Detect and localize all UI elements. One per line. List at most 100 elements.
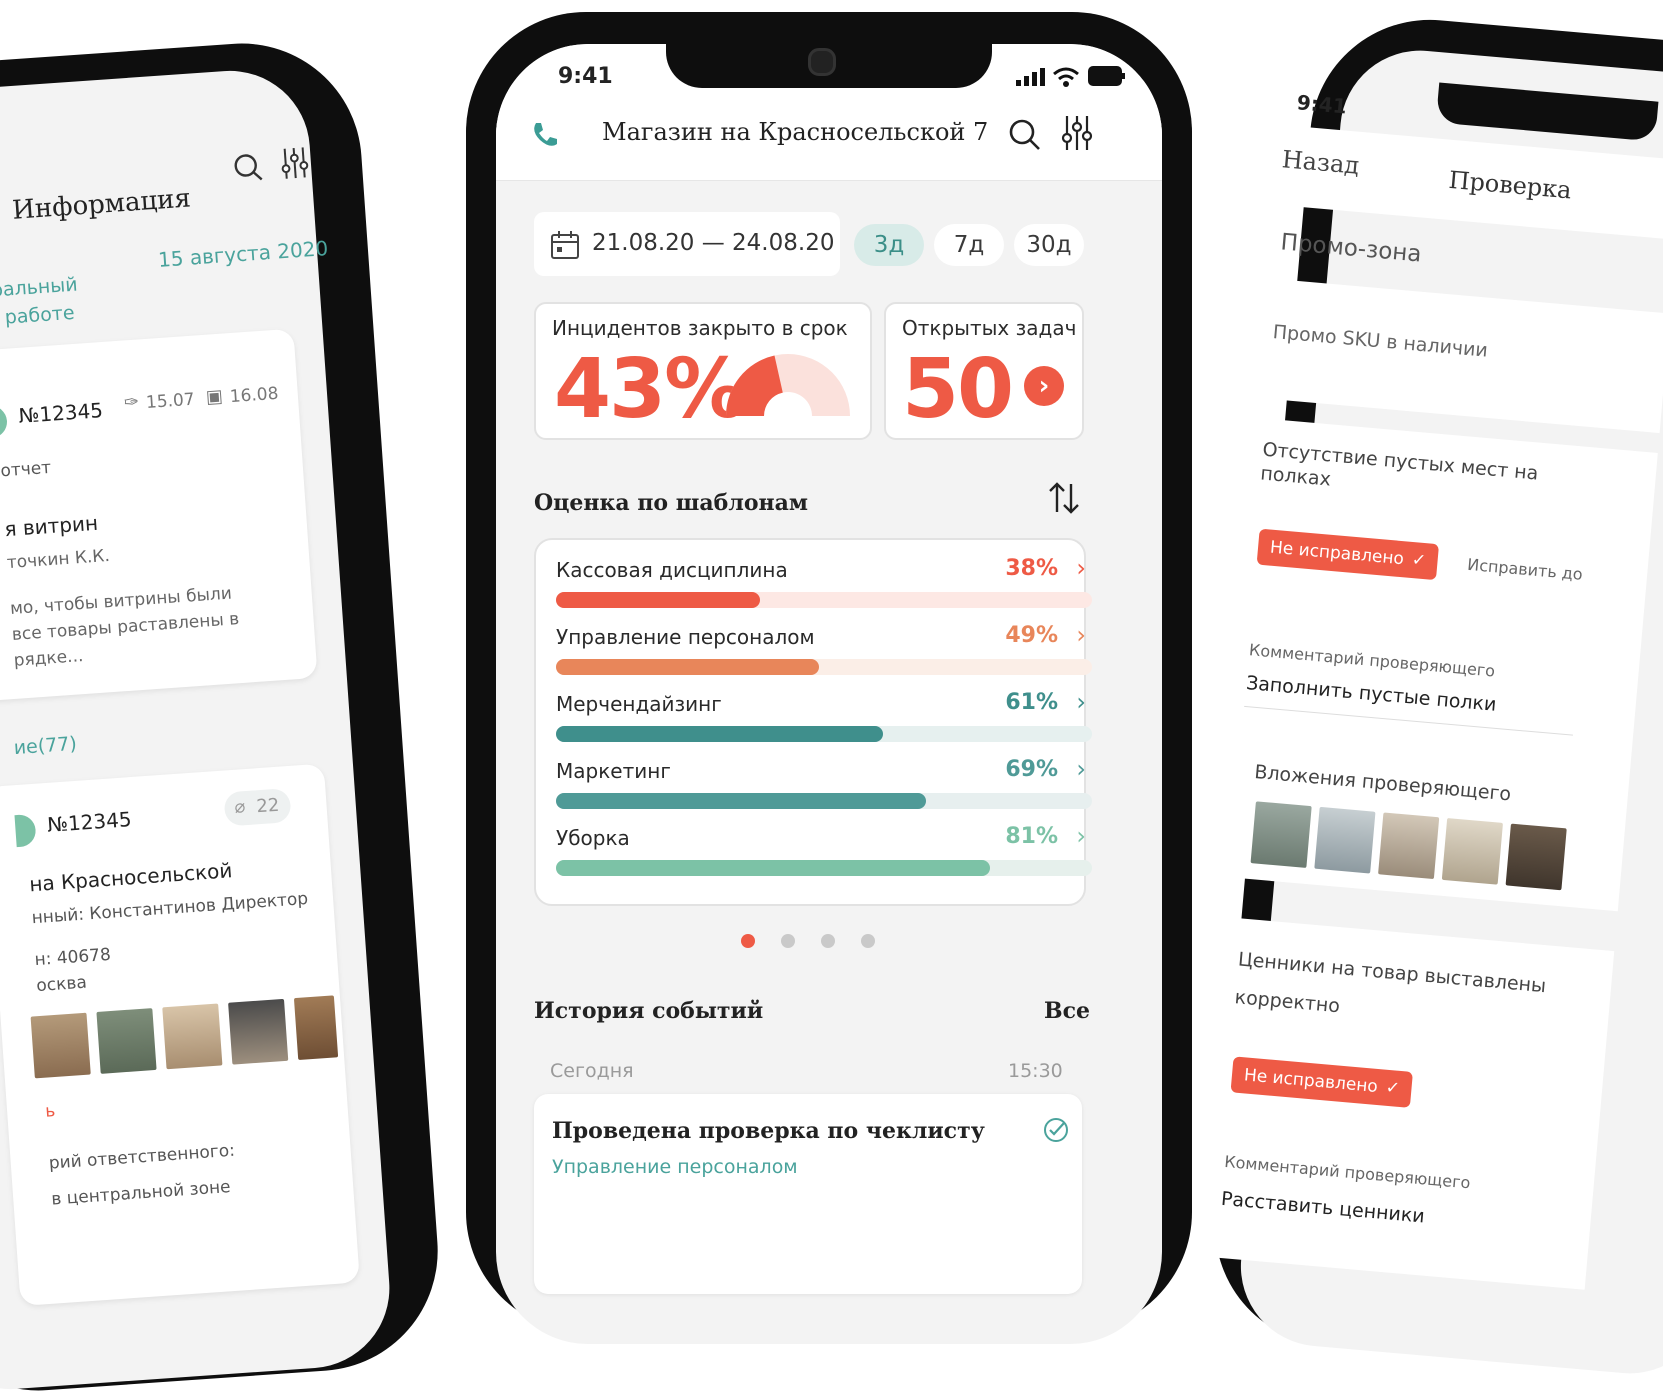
signal-icon bbox=[1016, 68, 1045, 86]
pager-dot[interactable] bbox=[861, 934, 875, 948]
not-fixed-label: Не исправлено bbox=[1243, 1065, 1379, 1097]
battery-icon bbox=[1088, 66, 1125, 86]
left-card-1[interactable]: №12345 ✑ 15.07 ▣ 16.08 отчет я витрин то… bbox=[0, 328, 318, 702]
left-card-2[interactable]: №12345 ⌀ 22 на Красносельской нный: Конс… bbox=[0, 763, 360, 1306]
status-indicator bbox=[14, 813, 37, 848]
left-title: Информация bbox=[11, 183, 192, 226]
template-progress-fill bbox=[556, 726, 883, 742]
paperclip-icon: ⌀ bbox=[233, 796, 247, 818]
calendar-icon: ▣ bbox=[205, 385, 224, 408]
period-tab-3d[interactable]: 3д bbox=[854, 224, 924, 266]
open-tasks-value: 50 bbox=[902, 342, 1014, 437]
template-row[interactable]: Кассовая дисциплина 38% › bbox=[556, 554, 1092, 618]
chevron-right-icon: › bbox=[1076, 822, 1086, 850]
attachment-thumb[interactable] bbox=[1378, 812, 1440, 880]
incidents-card[interactable]: Инцидентов закрыто в срок 43% bbox=[534, 302, 872, 440]
search-icon[interactable] bbox=[1008, 118, 1042, 152]
card-code: н: 40678 bbox=[33, 944, 112, 971]
template-row[interactable]: Уборка 81% › bbox=[556, 822, 1092, 886]
chevron-right-icon: › bbox=[1076, 755, 1086, 783]
card-red-text: ь bbox=[44, 1101, 56, 1122]
pin-icon: ✑ bbox=[123, 391, 140, 414]
card-comment: в центральной зоне bbox=[50, 1177, 232, 1210]
attachment-thumb[interactable] bbox=[96, 1008, 157, 1074]
check-circle-icon: ✓ bbox=[1410, 549, 1427, 572]
templates-card: Кассовая дисциплина 38% › Управление персон… bbox=[534, 538, 1092, 906]
template-row[interactable]: Маркетинг 69% › bbox=[556, 755, 1092, 819]
card-city: осква bbox=[35, 972, 88, 997]
history-time: 15:30 bbox=[1008, 1060, 1063, 1082]
store-title[interactable]: Магазин на Красносельской 7 bbox=[602, 118, 988, 146]
template-progress-fill bbox=[556, 860, 991, 876]
template-label: Маркетинг bbox=[556, 759, 671, 783]
pager-dot[interactable] bbox=[781, 934, 795, 948]
card-author: точкин К.К. bbox=[6, 545, 111, 574]
card-comment-label: рий ответственного: bbox=[48, 1140, 236, 1174]
incidents-value: 43% bbox=[554, 342, 746, 437]
incidents-gauge bbox=[726, 354, 850, 416]
status-time: 9:41 bbox=[558, 64, 613, 89]
attachment-thumb[interactable] bbox=[1250, 801, 1312, 868]
calendar-icon bbox=[551, 231, 579, 259]
filter-icon[interactable] bbox=[279, 145, 311, 181]
period-tab-30d[interactable]: 30д bbox=[1014, 224, 1084, 266]
search-icon[interactable] bbox=[233, 152, 265, 184]
sort-icon[interactable] bbox=[1046, 480, 1082, 516]
incidents-label: Инцидентов закрыто в срок bbox=[552, 316, 848, 340]
pin-date: 15.07 bbox=[145, 389, 196, 414]
template-label: Кассовая дисциплина bbox=[556, 558, 788, 582]
left-phone-content: Информация 15 августа 2020 тральный В ра… bbox=[0, 123, 439, 1306]
left-zone: тральный bbox=[0, 273, 79, 303]
pager-dot[interactable] bbox=[821, 934, 835, 948]
pager-dot[interactable] bbox=[741, 934, 755, 948]
attachments-count: 22 bbox=[255, 794, 281, 818]
template-progress-track bbox=[556, 726, 1092, 742]
template-row[interactable]: Мерчендайзинг 61% › bbox=[556, 688, 1092, 752]
attachment-thumb[interactable] bbox=[30, 1012, 91, 1079]
attachment-thumb[interactable] bbox=[1441, 818, 1504, 885]
template-progress-track bbox=[556, 659, 1092, 675]
left-section: ие(77) bbox=[13, 732, 78, 760]
left-status: В работе bbox=[0, 301, 76, 330]
attachment-thumb[interactable] bbox=[293, 995, 339, 1061]
card-responsible: нный: Константинов Директор bbox=[31, 888, 309, 929]
date-range-picker[interactable]: 21.08.20 — 24.08.20 bbox=[534, 212, 840, 276]
attachment-thumb[interactable] bbox=[162, 1003, 223, 1070]
template-progress-fill bbox=[556, 793, 926, 809]
template-progress-track bbox=[556, 793, 1092, 809]
template-row[interactable]: Управление персоналом 49% › bbox=[556, 621, 1092, 685]
chevron-right-icon: › bbox=[1076, 621, 1086, 649]
attachments-badge: ⌀ 22 bbox=[223, 787, 292, 827]
phone-icon[interactable] bbox=[530, 120, 560, 150]
template-progress-fill bbox=[556, 592, 760, 608]
chevron-right-icon[interactable]: › bbox=[1024, 366, 1064, 406]
attachment-thumb[interactable] bbox=[228, 998, 289, 1065]
template-percent: 38% bbox=[1005, 556, 1058, 581]
template-progress-fill bbox=[556, 659, 819, 675]
center-phone-screen: 9:41 Магазин на Красносельской 7 21.08.2… bbox=[496, 44, 1162, 1344]
event-card[interactable]: Проведена проверка по чеклисту Управлени… bbox=[534, 1094, 1082, 1294]
left-date: 15 августа 2020 bbox=[157, 235, 329, 272]
status-indicator bbox=[0, 404, 9, 439]
history-all-link[interactable]: Все bbox=[1044, 998, 1090, 1024]
template-progress-track bbox=[556, 860, 1092, 876]
template-progress-track bbox=[556, 592, 1092, 608]
template-percent: 69% bbox=[1005, 757, 1058, 782]
event-title: Проведена проверка по чеклисту bbox=[552, 1118, 985, 1144]
filter-icon[interactable] bbox=[1060, 114, 1094, 152]
card-desc-3: рядке... bbox=[13, 646, 84, 671]
attachment-thumb[interactable] bbox=[1505, 823, 1567, 891]
card-type: отчет bbox=[0, 457, 52, 482]
period-tab-7d[interactable]: 7д bbox=[934, 224, 1004, 266]
chevron-right-icon: › bbox=[1076, 554, 1086, 582]
template-percent: 49% bbox=[1005, 623, 1058, 648]
due-date: 16.08 bbox=[229, 383, 280, 408]
card-heading: на Красносельской bbox=[28, 858, 234, 897]
attachment-thumb[interactable] bbox=[1314, 806, 1376, 874]
template-label: Мерчендайзинг bbox=[556, 692, 722, 716]
open-tasks-card[interactable]: Открытых задач 50 › bbox=[884, 302, 1084, 440]
template-percent: 81% bbox=[1005, 824, 1058, 849]
check-circle-icon: ✓ bbox=[1384, 1077, 1401, 1099]
wifi-icon bbox=[1053, 67, 1079, 87]
template-label: Управление персоналом bbox=[556, 625, 815, 649]
